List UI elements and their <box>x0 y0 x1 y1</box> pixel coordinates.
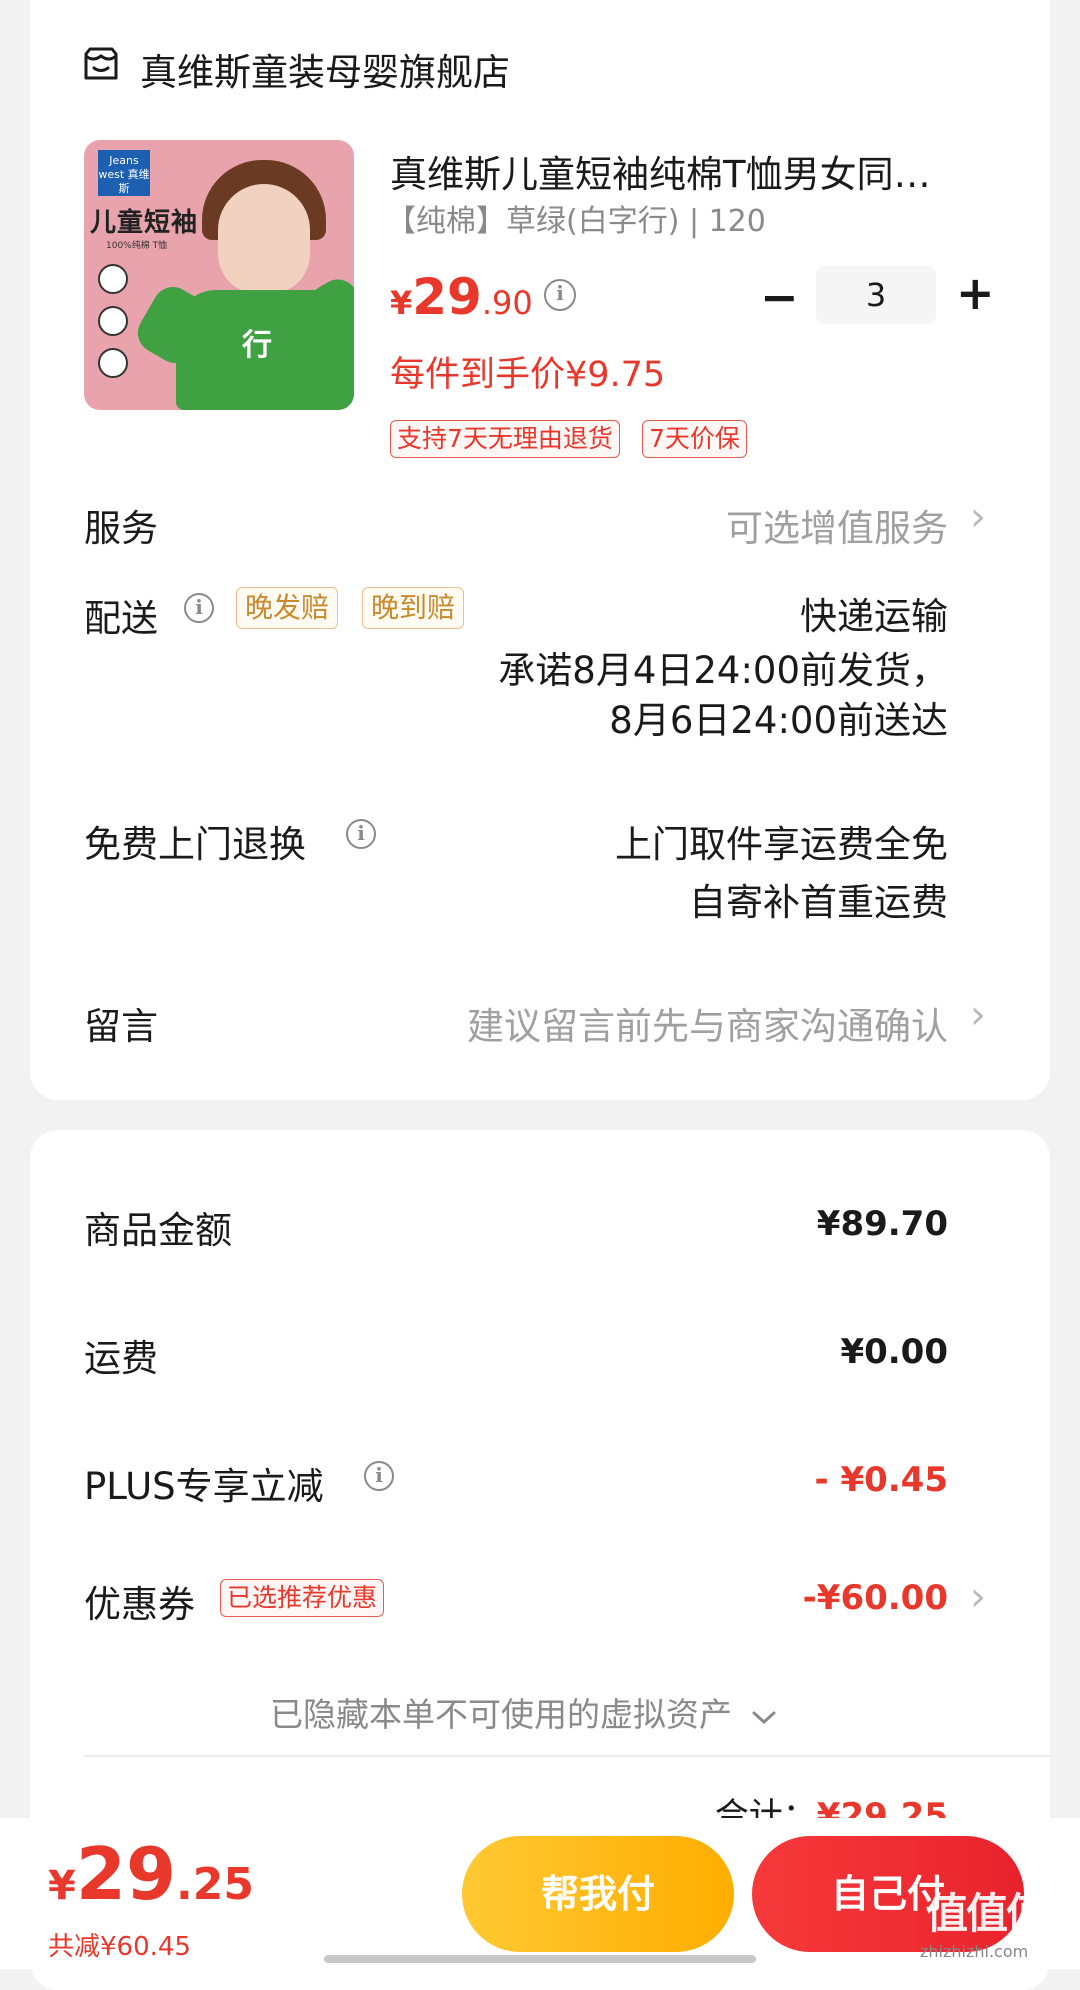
image-face <box>218 184 310 294</box>
plus-discount-value: - ¥0.45 <box>814 1460 949 1500</box>
delivery-info-icon[interactable]: i <box>184 593 214 623</box>
quantity-increase-button[interactable]: + <box>956 266 995 320</box>
delivery-label: 配送 <box>84 597 158 640</box>
checkout-price-integer: 29 <box>75 1832 177 1916</box>
brand-logo: Jeans west 真维斯 <box>98 150 150 196</box>
product-image[interactable]: 行 Jeans west 真维斯 儿童短袖 100%纯棉 T恤 <box>84 140 354 410</box>
price-protect-tag: 7天价保 <box>642 420 747 458</box>
image-title: 儿童短袖 <box>90 208 199 238</box>
product-price: ¥29.90 <box>390 268 533 326</box>
goods-amount-label: 商品金额 <box>84 1209 232 1252</box>
delivery-promise-line2: 8月6日24:00前送达 <box>609 699 948 742</box>
help-me-pay-button[interactable]: 帮我付 <box>462 1836 734 1952</box>
coupon-recommended-tag: 已选推荐优惠 <box>220 1579 385 1617</box>
product-title[interactable]: 真维斯儿童短袖纯棉T恤男女同… <box>390 144 931 198</box>
return-service-line1: 上门取件享运费全免 <box>615 823 948 866</box>
shipping-value: ¥0.00 <box>840 1332 948 1372</box>
shipping-label: 运费 <box>84 1337 158 1380</box>
checkout-price-symbol: ¥ <box>48 1863 76 1909</box>
delivery-method[interactable]: 快递运输 <box>800 586 948 640</box>
watermark-url: zhizhizhi.com <box>920 1942 1029 1961</box>
watermark-logo: 值值值 <box>926 1889 1048 1938</box>
hidden-assets-toggle[interactable]: 已隐藏本单不可使用的虚拟资产 <box>270 1688 777 1736</box>
divider <box>84 1755 1050 1757</box>
checkout-price: ¥29.25 <box>48 1832 254 1916</box>
delivery-promise-line1: 承诺8月4日24:00前发货， <box>498 649 948 692</box>
return-policy-tag: 支持7天无理由退货 <box>390 420 620 458</box>
service-chevron-icon[interactable]: › <box>970 494 986 540</box>
message-chevron-icon[interactable]: › <box>970 992 986 1038</box>
coupon-chevron-icon[interactable]: › <box>970 1574 986 1620</box>
hidden-assets-text: 已隐藏本单不可使用的虚拟资产 <box>270 1695 732 1734</box>
message-label: 留言 <box>84 1005 158 1048</box>
coupon-discount-value[interactable]: -¥60.00 <box>803 1578 948 1618</box>
plus-discount-info-icon[interactable]: i <box>364 1461 394 1491</box>
price-symbol: ¥ <box>390 284 413 322</box>
store-icon[interactable] <box>82 46 120 82</box>
coupon-label: 优惠券 <box>84 1583 195 1626</box>
return-service-label: 免费上门退换 <box>84 823 306 866</box>
chevron-down-icon <box>751 1695 777 1734</box>
price-info-icon[interactable]: i <box>544 279 576 311</box>
price-integer: 29 <box>412 268 482 326</box>
plus-discount-label: PLUS专享立减 <box>84 1465 324 1508</box>
store-name[interactable]: 真维斯童装母婴旗舰店 <box>140 42 510 96</box>
service-label: 服务 <box>84 507 158 550</box>
image-shirt-logo: 行 <box>242 328 272 363</box>
feature-badge-icon <box>98 306 128 336</box>
price-decimal: .90 <box>481 284 533 322</box>
feature-badge-icon <box>98 264 128 294</box>
checkout-saved: 共减¥60.45 <box>48 1932 191 1962</box>
return-service-line2: 自寄补首重运费 <box>689 881 948 924</box>
message-input[interactable]: 建议留言前先与商家沟通确认 <box>467 996 948 1050</box>
product-spec[interactable]: 【纯棉】草绿(白字行) | 120 <box>386 196 766 240</box>
quantity-input[interactable]: 3 <box>816 266 936 324</box>
per-item-price: 每件到手价¥9.75 <box>390 355 666 395</box>
feature-badge-icon <box>98 348 128 378</box>
quantity-decrease-button[interactable]: − <box>760 270 799 324</box>
return-service-info-icon[interactable]: i <box>346 819 376 849</box>
home-indicator[interactable] <box>324 1955 756 1963</box>
late-ship-compensation-tag: 晚发赔 <box>236 587 339 629</box>
goods-amount-value: ¥89.70 <box>816 1204 948 1244</box>
service-value[interactable]: 可选增值服务 <box>726 498 948 552</box>
checkout-price-decimal: .25 <box>176 1859 254 1910</box>
image-subtitle: 100%纯棉 T恤 <box>106 241 168 251</box>
late-arrival-compensation-tag: 晚到赔 <box>362 587 465 629</box>
